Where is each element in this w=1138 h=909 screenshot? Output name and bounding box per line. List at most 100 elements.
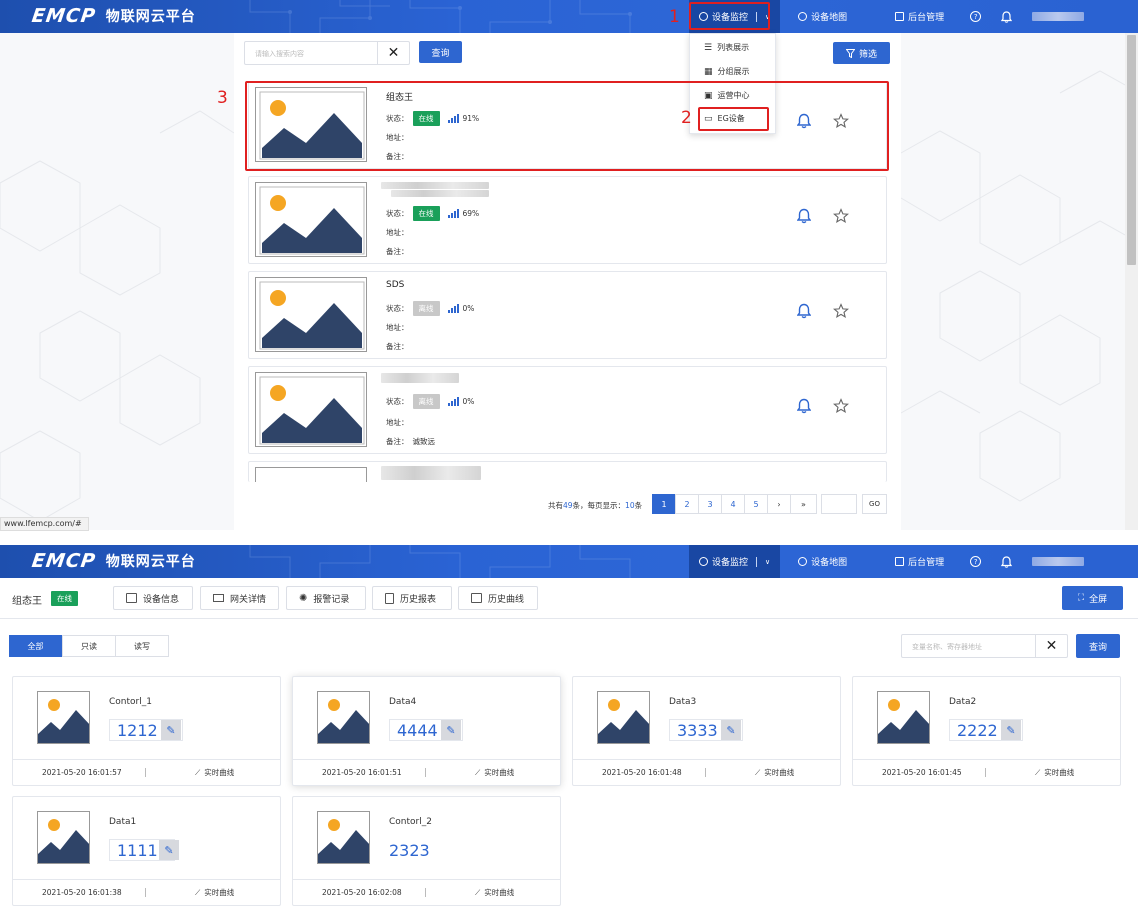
tab-gateway-details[interactable]: 网关详情 — [200, 586, 279, 610]
device-card[interactable]: 状态： 离线 0% 地址： 备注： 诚致远 — [248, 366, 887, 454]
variable-card[interactable]: Data3 3333 ✎ 2021-05-20 16:01:48 ⟋ 实时曲线 — [572, 676, 841, 786]
edit-value-button[interactable]: ✎ — [161, 720, 181, 740]
page-2[interactable]: 2 — [675, 494, 699, 514]
nav-device-map-label: 设备地图 — [811, 558, 848, 568]
variable-card[interactable]: Data4 4444 ✎ 2021-05-20 16:01:51 ⟋ 实时曲线 — [292, 676, 561, 786]
logo: EMCP 物联网云平台 — [30, 550, 196, 572]
device-name[interactable]: SDS — [386, 280, 404, 290]
tab-history-report[interactable]: 历史报表 — [372, 586, 452, 610]
next-page[interactable]: › — [767, 494, 791, 514]
logo-brand: EMCP — [30, 5, 98, 27]
page-1[interactable]: 1 — [652, 494, 676, 514]
variable-card[interactable]: Contorl_2 2323 2021-05-20 16:02:08 ⟋ 实时曲线 — [292, 796, 561, 906]
chart-line-icon: ⟋ — [195, 767, 201, 777]
edit-value-button[interactable]: ✎ — [721, 720, 741, 740]
favorite-star-icon[interactable] — [833, 303, 849, 319]
tab-history-curve[interactable]: 历史曲线 — [458, 586, 538, 610]
user-account[interactable] — [1022, 545, 1094, 578]
image-placeholder-icon — [318, 819, 369, 863]
edit-value-button[interactable]: ✎ — [441, 720, 461, 740]
menu-item-list-view[interactable]: ☰ 列表展示 — [704, 42, 749, 53]
tab-device-info[interactable]: 设备信息 — [113, 586, 193, 610]
realtime-curve-link[interactable]: ⟋ 实时曲线 — [755, 767, 794, 778]
clear-search-icon[interactable]: ✕ — [1035, 635, 1067, 657]
clear-search-icon[interactable]: ✕ — [377, 42, 409, 64]
notification-button[interactable] — [991, 0, 1022, 33]
scrollbar[interactable] — [1125, 33, 1138, 530]
device-remark-row: 备注： 诚致远 — [386, 436, 435, 447]
alarm-bell-icon[interactable] — [797, 208, 811, 224]
variable-card[interactable]: Data1 1111 ✎ 2021-05-20 16:01:38 ⟋ 实时曲线 — [12, 796, 281, 906]
tab-alarm-records[interactable]: ✺ 报警记录 — [286, 586, 366, 610]
go-button[interactable]: GO — [862, 494, 887, 514]
edit-value-button[interactable]: ✎ — [1001, 720, 1021, 740]
help-button[interactable]: ? — [960, 0, 991, 33]
device-card[interactable] — [248, 461, 887, 482]
favorite-star-icon[interactable] — [833, 208, 849, 224]
filter-read-write[interactable]: 读写 — [115, 635, 169, 657]
page-jump-input[interactable] — [821, 494, 857, 514]
nav-device-map[interactable]: 设备地图 — [788, 0, 857, 33]
nav-admin[interactable]: 后台管理 — [885, 545, 954, 578]
realtime-curve-link[interactable]: ⟋ 实时曲线 — [1035, 767, 1074, 778]
menu-item-label: 分组展示 — [717, 67, 750, 76]
filter-read-only[interactable]: 只读 — [62, 635, 116, 657]
device-search-input[interactable]: 请输入搜索内容 ✕ — [244, 41, 410, 65]
footer-divider — [985, 768, 986, 777]
variable-card[interactable]: Data2 2222 ✎ 2021-05-20 16:01:45 ⟋ 实时曲线 — [852, 676, 1121, 786]
user-account[interactable] — [1022, 0, 1094, 33]
remark-label: 备注： — [386, 247, 409, 256]
alarm-icon: ✺ — [299, 592, 308, 604]
variable-search-input[interactable]: 变量名称、寄存器地址 ✕ — [901, 634, 1068, 658]
nav-device-map[interactable]: 设备地图 — [788, 545, 857, 578]
signal-strength: 0% — [462, 397, 475, 406]
alarm-bell-icon[interactable] — [797, 303, 811, 319]
fullscreen-button[interactable]: ⛶ 全屏 — [1062, 586, 1123, 610]
last-page[interactable]: » — [790, 494, 817, 514]
nav-admin[interactable]: 后台管理 — [885, 0, 954, 33]
device-card[interactable]: SDS 状态： 离线 0% 地址： 备注： — [248, 271, 887, 359]
device-name-redacted — [381, 373, 459, 383]
total-count: 49 — [563, 501, 573, 510]
notification-button[interactable] — [991, 545, 1022, 578]
chart-line-icon: ⟋ — [475, 887, 481, 897]
remark-label: 备注： — [386, 342, 409, 351]
logo: EMCP 物联网云平台 — [30, 5, 196, 27]
variable-timestamp: 2021-05-20 16:02:08 — [322, 888, 402, 897]
realtime-curve-link[interactable]: ⟋ 实时曲线 — [195, 767, 234, 778]
alarm-bell-icon[interactable] — [797, 398, 811, 414]
image-placeholder-icon — [878, 699, 929, 743]
page-5[interactable]: 5 — [744, 494, 768, 514]
filter-all[interactable]: 全部 — [9, 635, 62, 657]
chart-line-icon: ⟋ — [475, 767, 481, 777]
search-placeholder: 变量名称、寄存器地址 — [912, 643, 982, 651]
remark-value: 诚致远 — [412, 437, 436, 446]
search-button[interactable]: 查询 — [419, 41, 462, 63]
menu-item-group-view[interactable]: ▦ 分组展示 — [704, 66, 750, 77]
edit-value-button[interactable]: ✎ — [159, 840, 179, 860]
device-address-row: 地址： — [386, 227, 409, 238]
favorite-star-icon[interactable] — [833, 398, 849, 414]
help-button[interactable]: ? — [960, 545, 991, 578]
realtime-curve-link[interactable]: ⟋ 实时曲线 — [475, 767, 514, 778]
list-icon: ☰ — [704, 42, 713, 53]
footer-divider — [425, 888, 426, 897]
page-4[interactable]: 4 — [721, 494, 745, 514]
variable-card[interactable]: Contorl_1 1212 ✎ 2021-05-20 16:01:57 ⟋ 实时曲… — [12, 676, 281, 786]
nav-device-monitor[interactable]: 设备监控 ∨ — [689, 545, 781, 578]
realtime-curve-link[interactable]: ⟋ 实时曲线 — [475, 887, 514, 898]
realtime-curve-link[interactable]: ⟋ 实时曲线 — [195, 887, 234, 898]
pagination-summary: 共有49条，每页显示：10条 — [548, 500, 642, 511]
device-image-placeholder — [255, 182, 367, 257]
variable-timestamp: 2021-05-20 16:01:45 — [882, 768, 962, 777]
device-card[interactable]: 状态： 在线 69% 地址： 备注： — [248, 176, 887, 264]
variable-search-button[interactable]: 查询 — [1076, 634, 1120, 658]
chevron-down-icon[interactable]: ∨ — [765, 558, 770, 566]
summary-mid: 条，每页显示： — [572, 501, 626, 510]
image-placeholder-icon — [259, 186, 365, 255]
variable-timestamp: 2021-05-20 16:01:57 — [42, 768, 122, 777]
scrollbar-thumb[interactable] — [1127, 35, 1136, 265]
page-3[interactable]: 3 — [698, 494, 722, 514]
filter-button[interactable]: 筛选 — [833, 42, 890, 64]
circuit-decoration — [249, 545, 631, 578]
